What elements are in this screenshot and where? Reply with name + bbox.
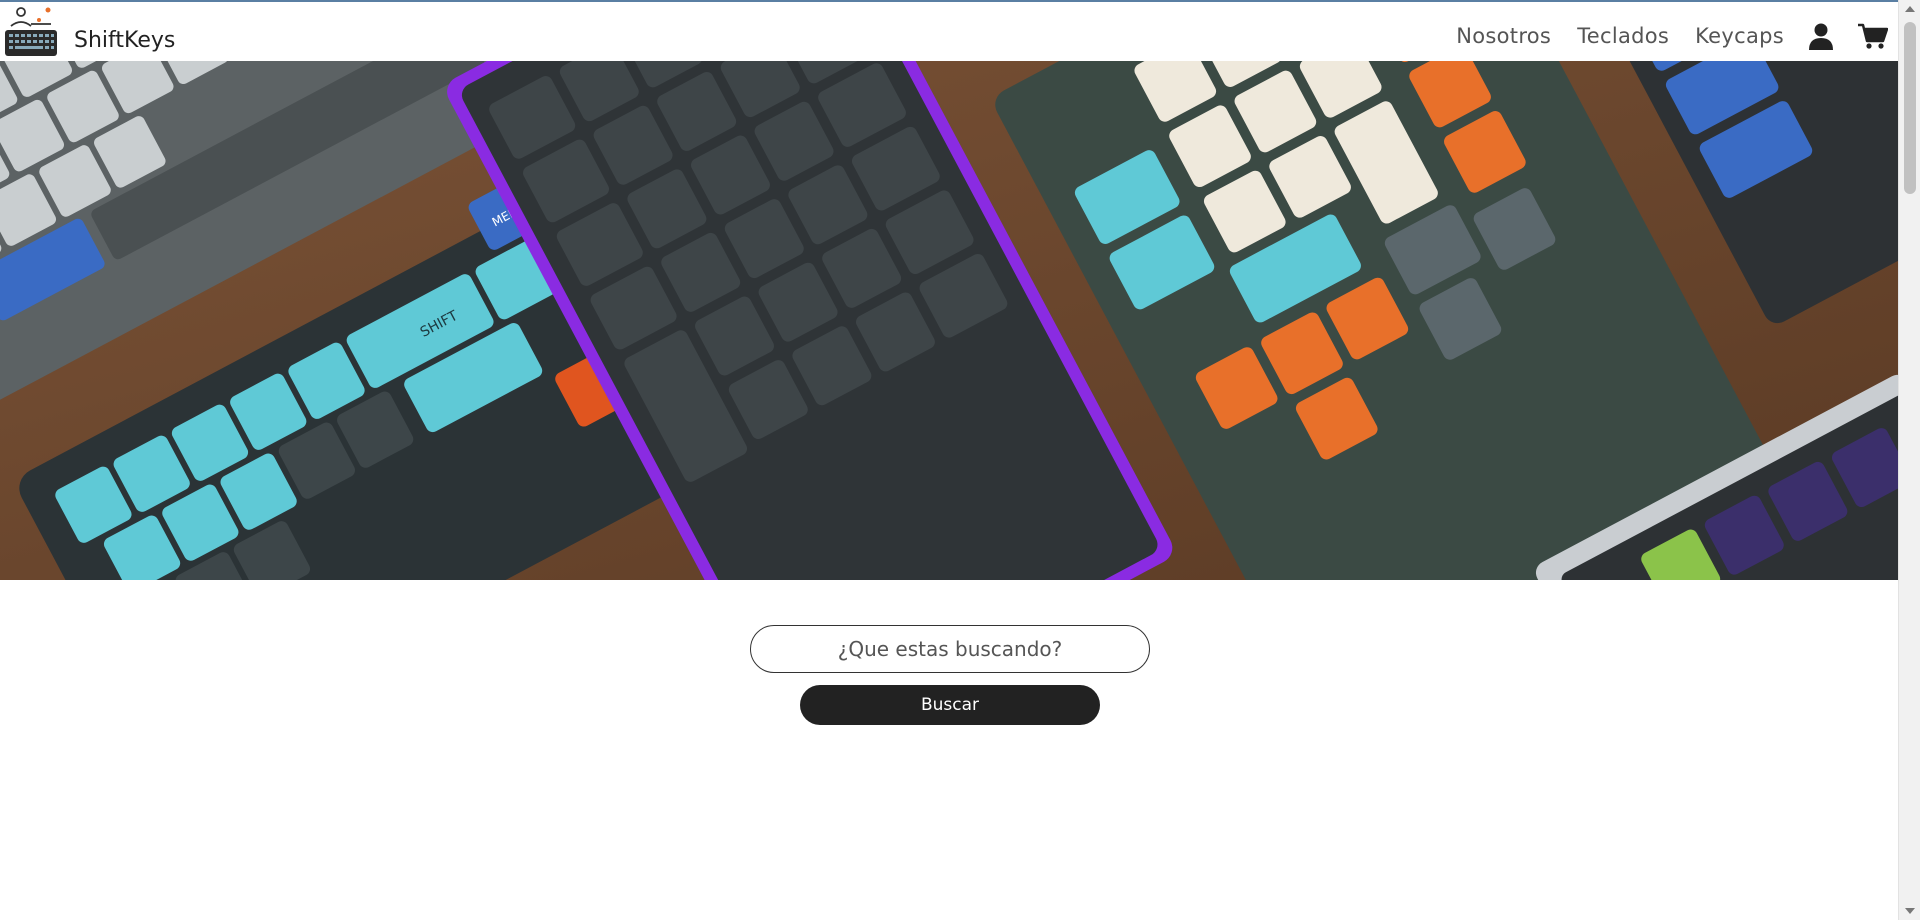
search-input[interactable] bbox=[750, 625, 1150, 673]
scroll-down-arrow-icon[interactable] bbox=[1905, 908, 1915, 914]
navbar: ShiftKeys Nosotros Teclados Keycaps bbox=[0, 2, 1898, 61]
cart-icon[interactable] bbox=[1858, 21, 1888, 51]
user-icon[interactable] bbox=[1806, 21, 1836, 51]
nav-link-teclados[interactable]: Teclados bbox=[1577, 24, 1669, 48]
hero-banner-image: SHIFT MENU bbox=[0, 61, 1898, 580]
page-scrollbar[interactable] bbox=[1898, 0, 1920, 920]
nav-link-keycaps[interactable]: Keycaps bbox=[1695, 24, 1784, 48]
keyboard-robot-icon[interactable] bbox=[3, 4, 59, 58]
brand-name[interactable]: ShiftKeys bbox=[74, 28, 175, 53]
scroll-thumb[interactable] bbox=[1904, 22, 1916, 194]
search-button[interactable]: Buscar bbox=[800, 685, 1100, 725]
scroll-up-arrow-icon[interactable] bbox=[1905, 6, 1915, 12]
nav-links: Nosotros Teclados Keycaps bbox=[1430, 16, 1888, 56]
nav-link-nosotros[interactable]: Nosotros bbox=[1456, 24, 1551, 48]
